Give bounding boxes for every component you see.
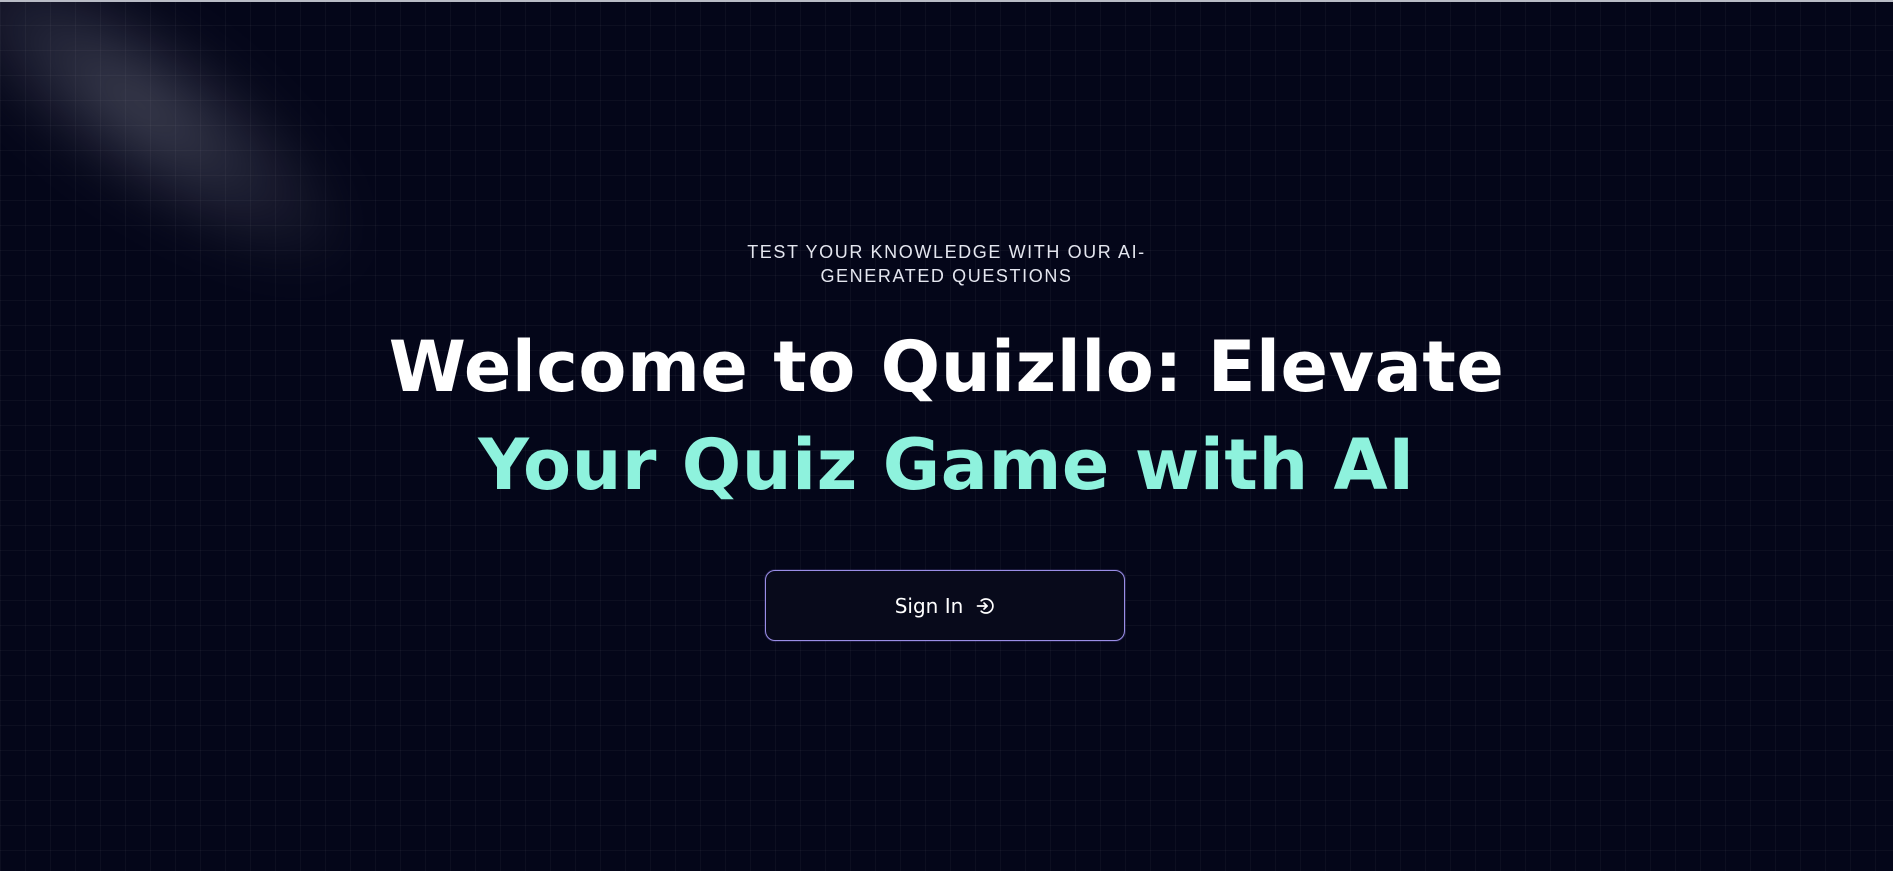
hero-headline: Welcome to Quizllo: Elevate Your Quiz Ga… [0, 318, 1893, 514]
sign-in-label: Sign In [894, 593, 964, 618]
hero-eyebrow: TEST YOUR KNOWLEDGE WITH OUR AI- GENERAT… [0, 240, 1893, 288]
top-border [0, 0, 1893, 2]
hero-eyebrow-line-2: GENERATED QUESTIONS [820, 266, 1073, 286]
sign-in-icon [975, 596, 995, 616]
hero-headline-line-2: Your Quiz Game with AI [478, 424, 1415, 506]
hero-eyebrow-line-1: TEST YOUR KNOWLEDGE WITH OUR AI- [747, 242, 1146, 262]
hero-headline-line-1: Welcome to Quizllo: Elevate [388, 326, 1505, 408]
hero-section: TEST YOUR KNOWLEDGE WITH OUR AI- GENERAT… [0, 0, 1893, 871]
sign-in-button[interactable]: Sign In [765, 570, 1125, 641]
